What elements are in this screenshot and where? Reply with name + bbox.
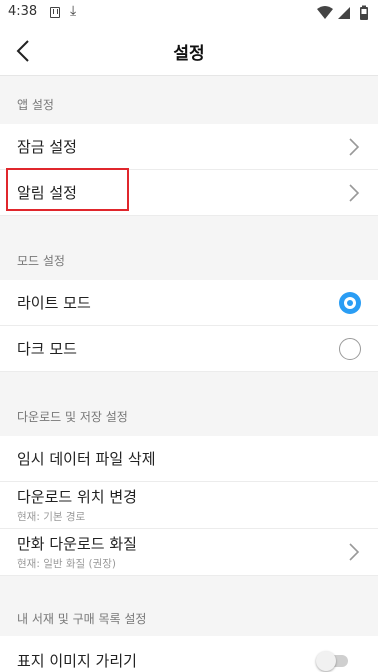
row-label: 알림 설정 [17, 184, 77, 202]
row-sublabel: 현재: 일반 화질 (권장) [17, 558, 117, 570]
notification-settings-row[interactable]: 알림 설정 [0, 170, 378, 216]
dark-mode-row[interactable]: 다크 모드 [0, 326, 378, 372]
row-label: 잠금 설정 [17, 138, 77, 156]
chevron-right-icon [349, 184, 360, 202]
section-mode-settings: 모드 설정 [0, 216, 378, 280]
light-mode-row[interactable]: 라이트 모드 [0, 280, 378, 326]
section-label: 다운로드 및 저장 설정 [17, 410, 128, 424]
status-bar: 4:38 ⤓ [0, 0, 378, 26]
section-label: 내 서재 및 구매 목록 설정 [17, 612, 147, 626]
lock-settings-row[interactable]: 잠금 설정 [0, 124, 378, 170]
chevron-right-icon [349, 138, 360, 156]
page-title: 설정 [173, 44, 205, 64]
hide-cover-image-row[interactable]: 표지 이미지 가리기 [0, 636, 378, 672]
download-quality-row[interactable]: 만화 다운로드 화질 현재: 일반 화질 (권장) [0, 529, 378, 576]
battery-icon [360, 5, 368, 20]
app-notification-icon [50, 7, 60, 18]
hide-cover-toggle[interactable] [316, 651, 348, 671]
row-label: 다크 모드 [17, 340, 77, 358]
clear-temp-data-row[interactable]: 임시 데이터 파일 삭제 [0, 436, 378, 482]
download-location-row[interactable]: 다운로드 위치 변경 현재: 기본 경로 [0, 482, 378, 529]
status-time: 4:38 [8, 4, 38, 19]
toggle-knob [316, 651, 336, 671]
section-label: 모드 설정 [17, 254, 65, 268]
row-label: 라이트 모드 [17, 294, 91, 312]
row-label: 만화 다운로드 화질 [17, 535, 137, 553]
row-sublabel: 현재: 기본 경로 [17, 511, 86, 523]
row-label: 표지 이미지 가리기 [17, 652, 137, 670]
row-label: 다운로드 위치 변경 [17, 488, 137, 506]
wifi-icon [317, 6, 333, 19]
download-icon: ⤓ [70, 3, 77, 19]
app-header: 설정 [0, 26, 378, 76]
status-icons-right [317, 5, 368, 20]
row-label: 임시 데이터 파일 삭제 [17, 450, 156, 468]
chevron-right-icon [349, 543, 360, 561]
section-library-settings: 내 서재 및 구매 목록 설정 [0, 576, 378, 636]
light-mode-radio[interactable] [339, 292, 361, 314]
section-app-settings: 앱 설정 [0, 77, 378, 124]
dark-mode-radio[interactable] [339, 338, 361, 360]
section-label: 앱 설정 [17, 98, 54, 112]
section-download-settings: 다운로드 및 저장 설정 [0, 372, 378, 436]
signal-icon [338, 7, 350, 19]
